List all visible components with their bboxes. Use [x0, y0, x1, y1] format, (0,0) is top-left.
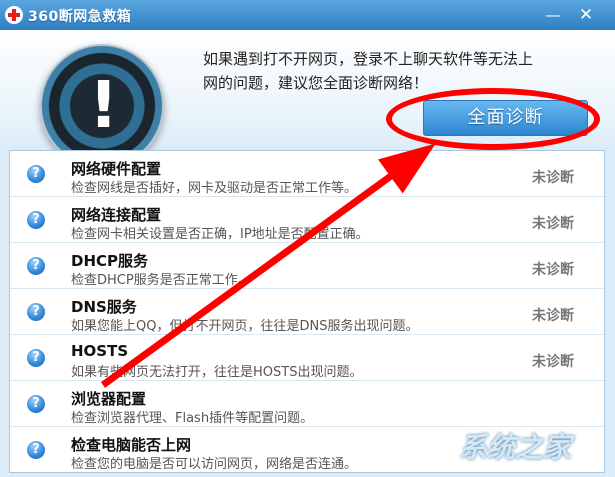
first-aid-icon: [5, 6, 23, 24]
item-description: 检查网线是否插好，网卡及驱动是否正常工作等。: [71, 181, 358, 196]
diagnosis-list: ? 网络硬件配置 检查网线是否插好，网卡及驱动是否正常工作等。 未诊断 ? 网络…: [9, 150, 605, 473]
list-item[interactable]: ? 网络硬件配置 检查网线是否插好，网卡及驱动是否正常工作等。 未诊断: [10, 151, 604, 197]
status-label: 未诊断: [532, 308, 574, 324]
item-title: DHCP服务: [71, 252, 149, 270]
item-description: 检查您的电脑是否可以访问网页，网络是否连通。: [71, 457, 358, 472]
item-description: 检查DHCP服务是否正常工作。: [71, 273, 251, 288]
status-label: 未诊断: [532, 262, 574, 278]
list-item[interactable]: ? HOSTS 如果有些网页无法打开，往往是HOSTS出现问题。 未诊断: [10, 335, 604, 381]
minimize-button[interactable]: —: [542, 5, 564, 25]
red-highlight-circle: [386, 88, 600, 150]
list-item[interactable]: ? 网络连接配置 检查网卡相关设置是否正确，IP地址是否配置正确。 未诊断: [10, 197, 604, 243]
item-title: 网络连接配置: [71, 206, 162, 224]
question-icon: ?: [27, 349, 45, 367]
title-bar[interactable]: 360断网急救箱 — ✕: [0, 0, 615, 30]
item-title: HOSTS: [71, 342, 129, 360]
item-title: 浏览器配置: [71, 390, 147, 408]
window-title: 360断网急救箱: [28, 9, 132, 25]
close-button[interactable]: ✕: [575, 5, 597, 25]
item-description: 如果您能上QQ，但打不开网页，往往是DNS服务出现问题。: [71, 319, 419, 334]
question-icon: ?: [27, 257, 45, 275]
question-icon: ?: [27, 211, 45, 229]
question-icon: ?: [27, 165, 45, 183]
question-icon: ?: [27, 395, 45, 413]
item-title: 检查电脑能否上网: [71, 436, 192, 454]
status-label: 未诊断: [532, 216, 574, 232]
item-description: 检查浏览器代理、Flash插件等配置问题。: [71, 411, 314, 426]
item-title: DNS服务: [71, 298, 137, 316]
exclamation-icon: !: [89, 69, 119, 143]
question-icon: ?: [27, 441, 45, 459]
item-description: 如果有些网页无法打开，往往是HOSTS出现问题。: [71, 365, 363, 380]
status-label: 未诊断: [532, 170, 574, 186]
item-description: 检查网卡相关设置是否正确，IP地址是否配置正确。: [71, 227, 369, 242]
list-item[interactable]: ? 浏览器配置 检查浏览器代理、Flash插件等配置问题。: [10, 381, 604, 427]
list-item[interactable]: ? DNS服务 如果您能上QQ，但打不开网页，往往是DNS服务出现问题。 未诊断: [10, 289, 604, 335]
watermark: 系统之家: [459, 431, 572, 464]
list-item[interactable]: ? DHCP服务 检查DHCP服务是否正常工作。 未诊断: [10, 243, 604, 289]
item-title: 网络硬件配置: [71, 160, 162, 178]
question-icon: ?: [27, 303, 45, 321]
app-window: 360断网急救箱 — ✕ ! 如果遇到打不开网页，登录不上聊天软件等无法上网的问…: [0, 0, 615, 477]
status-label: 未诊断: [532, 354, 574, 370]
